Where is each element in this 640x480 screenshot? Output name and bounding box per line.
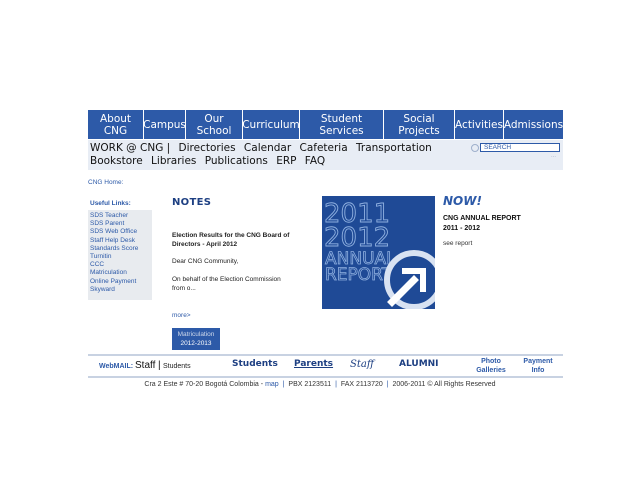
see-report-link[interactable]: see report bbox=[443, 240, 472, 247]
nav-curriculum[interactable]: Curriculum bbox=[242, 110, 300, 139]
payment-info-link[interactable]: Payment Info bbox=[522, 357, 554, 375]
link-directories[interactable]: Directories bbox=[179, 142, 236, 154]
photo-galleries-link[interactable]: Photo Galleries bbox=[476, 357, 506, 375]
link-calendar[interactable]: Calendar bbox=[244, 142, 291, 154]
pbx-number: PBX 2123511 bbox=[288, 381, 332, 388]
annual-report-graphic: 2011 2012 ANNUAL REPORT bbox=[322, 196, 435, 309]
link-libraries[interactable]: Libraries bbox=[151, 155, 196, 167]
fax-number: FAX 2113720 bbox=[340, 381, 383, 388]
useful-link-online-payment[interactable]: Online Payment bbox=[90, 278, 138, 286]
useful-link-matriculation[interactable]: Matriculation bbox=[90, 269, 138, 277]
nav-student-services[interactable]: Student Services bbox=[300, 110, 384, 139]
breadcrumb[interactable]: CNG Home: bbox=[88, 179, 123, 186]
webmail-staff-link[interactable]: Staff bbox=[135, 360, 155, 371]
link-publications[interactable]: Publications bbox=[205, 155, 268, 167]
secondary-links: WORK @ CNG | Directories Calendar Cafete… bbox=[90, 142, 470, 168]
matriculation-label: Matriculation bbox=[177, 331, 215, 338]
notes-title: NOTES bbox=[172, 197, 212, 208]
matriculation-year: 2012-2013 bbox=[180, 340, 212, 347]
useful-link-ccc[interactable]: CCC bbox=[90, 261, 138, 269]
nav-activities[interactable]: Activities bbox=[455, 110, 504, 139]
useful-link-skyward[interactable]: Skyward bbox=[90, 286, 138, 294]
useful-link-sds-parent[interactable]: SDS Parent bbox=[90, 220, 138, 228]
secondary-nav: WORK @ CNG | Directories Calendar Cafete… bbox=[88, 140, 563, 170]
parents-link[interactable]: Parents bbox=[294, 359, 333, 369]
staff-link[interactable]: Staff bbox=[350, 359, 374, 370]
copyright: 2006-2011 © All Rights Reserved bbox=[392, 381, 496, 388]
address-separator: | bbox=[386, 381, 389, 388]
useful-link-standards-score[interactable]: Standards Score bbox=[90, 245, 138, 253]
address-separator: | bbox=[335, 381, 337, 388]
search-input[interactable]: SEARCH bbox=[480, 143, 560, 152]
link-bookstore[interactable]: Bookstore bbox=[90, 155, 143, 167]
webmail-students-link[interactable]: Students bbox=[163, 363, 191, 370]
webmail-label: WebMAIL: bbox=[99, 363, 134, 370]
more-link[interactable]: more> bbox=[172, 312, 191, 319]
address-text: Cra 2 Este # 70-20 Bogotá Colombia - bbox=[144, 381, 264, 388]
annual-report-title: CNG ANNUAL REPORT 2011 - 2012 bbox=[443, 215, 521, 232]
useful-link-staff-help-desk[interactable]: Staff Help Desk bbox=[90, 237, 138, 245]
useful-links-title: Useful Links: bbox=[90, 200, 131, 207]
alumni-link[interactable]: ALUMNI bbox=[399, 359, 439, 369]
nav-our-school[interactable]: Our School bbox=[186, 110, 243, 139]
note-heading: Election Results for the CNG Board of Di… bbox=[172, 232, 290, 248]
link-work-at-cng[interactable]: WORK @ CNG | bbox=[90, 142, 170, 154]
matriculation-button[interactable]: Matriculation 2012-2013 bbox=[172, 328, 220, 350]
nav-admissions[interactable]: Admissions bbox=[504, 110, 563, 139]
address-separator: | bbox=[282, 381, 285, 388]
address-line: Cra 2 Este # 70-20 Bogotá Colombia - map… bbox=[0, 381, 640, 388]
useful-link-turnitin[interactable]: Turnitin bbox=[90, 253, 138, 261]
note-greeting: Dear CNG Community, bbox=[172, 258, 239, 265]
search-go-icon[interactable]: ⋯ bbox=[551, 154, 556, 160]
link-faq[interactable]: FAQ bbox=[305, 155, 325, 167]
link-transportation[interactable]: Transportation bbox=[356, 142, 432, 154]
now-title: NOW! bbox=[443, 194, 482, 208]
note-body: On behalf of the Election Commission fro… bbox=[172, 276, 281, 292]
nav-about-cng[interactable]: About CNG bbox=[88, 110, 144, 139]
useful-links-panel: SDS Teacher SDS Parent SDS Web Office St… bbox=[88, 210, 152, 300]
nav-campus[interactable]: Campus bbox=[143, 110, 186, 139]
useful-link-sds-teacher[interactable]: SDS Teacher bbox=[90, 212, 138, 220]
annual-report-banner[interactable]: 2011 2012 ANNUAL REPORT bbox=[322, 196, 435, 309]
footer-bar: WebMAIL: Staff | Students Students Paren… bbox=[88, 354, 563, 378]
report-word-report: REPORT bbox=[325, 265, 393, 285]
main-nav: About CNG Campus Our School Curriculum S… bbox=[88, 110, 563, 139]
link-erp[interactable]: ERP bbox=[276, 155, 296, 167]
link-cafeteria[interactable]: Cafeteria bbox=[299, 142, 347, 154]
webmail-separator: | bbox=[158, 360, 161, 371]
nav-social-projects[interactable]: Social Projects bbox=[384, 110, 455, 139]
search-icon[interactable] bbox=[471, 144, 479, 152]
useful-link-sds-web-office[interactable]: SDS Web Office bbox=[90, 228, 138, 236]
map-link[interactable]: map bbox=[265, 381, 279, 388]
students-link[interactable]: Students bbox=[232, 359, 278, 369]
